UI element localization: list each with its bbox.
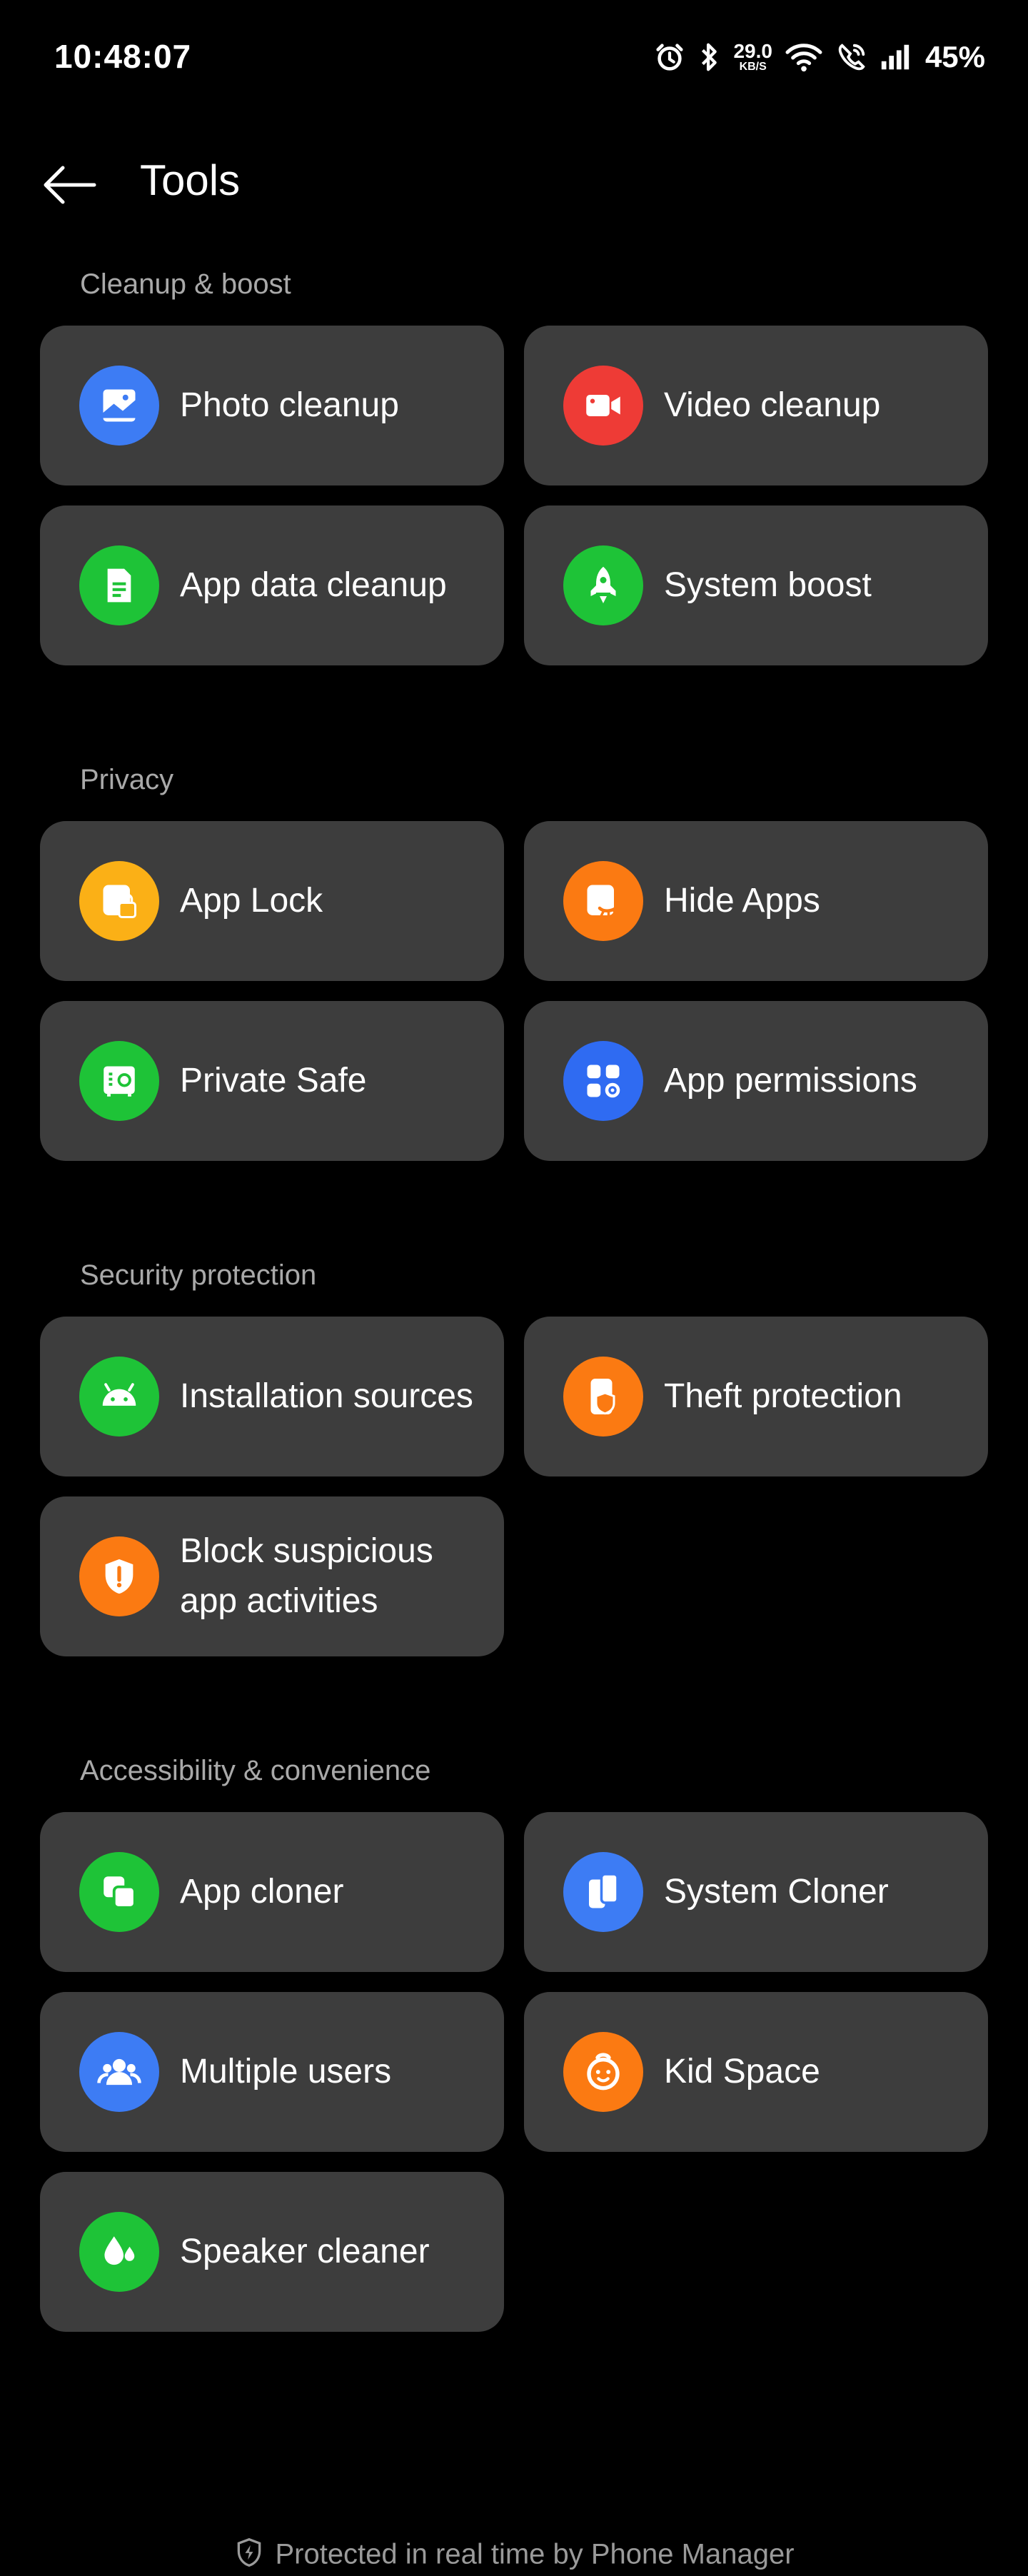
speaker-cleaner-card[interactable]: Speaker cleaner	[40, 2172, 504, 2332]
safe-icon	[79, 1041, 159, 1121]
theft-protection-label: Theft protection	[664, 1377, 902, 1415]
app-lock-icon	[79, 861, 159, 941]
multiple-users-label: Multiple users	[180, 2053, 392, 2091]
phone-shield-icon	[563, 1357, 643, 1437]
rocket-icon	[563, 545, 643, 625]
phones-icon	[563, 1852, 643, 1932]
installation-sources-label: Installation sources	[180, 1377, 473, 1415]
page-title: Tools	[140, 156, 241, 204]
system-cloner-card[interactable]: System Cloner	[524, 1812, 988, 1972]
installation-sources-card[interactable]: Installation sources	[40, 1317, 504, 1476]
hide-apps-card[interactable]: Hide Apps	[524, 821, 988, 981]
section-title-security: Security protection	[80, 1259, 317, 1291]
document-icon	[79, 545, 159, 625]
wifi-icon	[784, 41, 824, 74]
footer-text: Protected in real time by Phone Manager	[275, 2538, 795, 2570]
back-button[interactable]	[41, 157, 97, 213]
header: Tools	[0, 136, 1028, 228]
network-speed-unit: KB/S	[739, 61, 767, 73]
block-suspicious-activities-label: Block suspicious app activities	[180, 1532, 433, 1620]
signal-icon	[880, 41, 911, 74]
system-boost-label: System boost	[664, 566, 872, 604]
bluetooth-icon	[697, 41, 722, 74]
footer: Protected in real time by Phone Manager	[0, 2536, 1028, 2576]
private-safe-card[interactable]: Private Safe	[40, 1001, 504, 1161]
alarm-icon	[653, 41, 686, 74]
network-speed-value: 29.0	[733, 40, 772, 62]
hide-apps-label: Hide Apps	[664, 882, 820, 920]
kid-space-card[interactable]: Kid Space	[524, 1992, 988, 2152]
theft-protection-card[interactable]: Theft protection	[524, 1317, 988, 1476]
section-title-accessibility: Accessibility & convenience	[80, 1755, 431, 1786]
multiple-users-card[interactable]: Multiple users	[40, 1992, 504, 2152]
kid-space-label: Kid Space	[664, 2053, 820, 2091]
permissions-icon	[563, 1041, 643, 1121]
section-title-cleanup: Cleanup & boost	[80, 268, 291, 300]
block-suspicious-activities-card[interactable]: Block suspicious app activities	[40, 1496, 504, 1656]
app-data-cleanup-card[interactable]: App data cleanup	[40, 505, 504, 665]
photo-cleanup-card[interactable]: Photo cleanup	[40, 326, 504, 485]
users-icon	[79, 2032, 159, 2112]
shield-bolt-icon	[233, 2536, 265, 2576]
back-arrow-icon	[44, 166, 96, 204]
app-cloner-label: App cloner	[180, 1873, 344, 1911]
speaker-cleaner-label: Speaker cleaner	[180, 2233, 430, 2270]
video-icon	[563, 366, 643, 446]
photo-cleanup-label: Photo cleanup	[180, 386, 399, 424]
system-boost-card[interactable]: System boost	[524, 505, 988, 665]
system-cloner-label: System Cloner	[664, 1873, 889, 1911]
android-icon	[79, 1357, 159, 1437]
app-lock-label: App Lock	[180, 882, 323, 920]
kid-face-icon	[563, 2032, 643, 2112]
app-cloner-card[interactable]: App cloner	[40, 1812, 504, 1972]
section-title-privacy: Privacy	[80, 764, 174, 795]
hide-apps-icon	[563, 861, 643, 941]
wifi-calling-icon	[835, 41, 868, 74]
app-lock-card[interactable]: App Lock	[40, 821, 504, 981]
clone-icon	[79, 1852, 159, 1932]
status-bar: 10:48:07 29.0 KB/S 45%	[0, 0, 1028, 114]
private-safe-label: Private Safe	[180, 1062, 367, 1100]
app-permissions-card[interactable]: App permissions	[524, 1001, 988, 1161]
status-icons: 29.0 KB/S 45%	[653, 33, 985, 81]
status-time: 10:48:07	[54, 38, 192, 75]
network-speed: 29.0 KB/S	[733, 41, 772, 73]
video-cleanup-card[interactable]: Video cleanup	[524, 326, 988, 485]
battery-level: 45%	[924, 40, 985, 74]
app-permissions-label: App permissions	[664, 1062, 917, 1100]
shield-alert-icon	[79, 1536, 159, 1616]
video-cleanup-label: Video cleanup	[664, 386, 881, 424]
water-drop-icon	[79, 2212, 159, 2292]
app-data-cleanup-label: App data cleanup	[180, 566, 447, 604]
photo-icon	[79, 366, 159, 446]
